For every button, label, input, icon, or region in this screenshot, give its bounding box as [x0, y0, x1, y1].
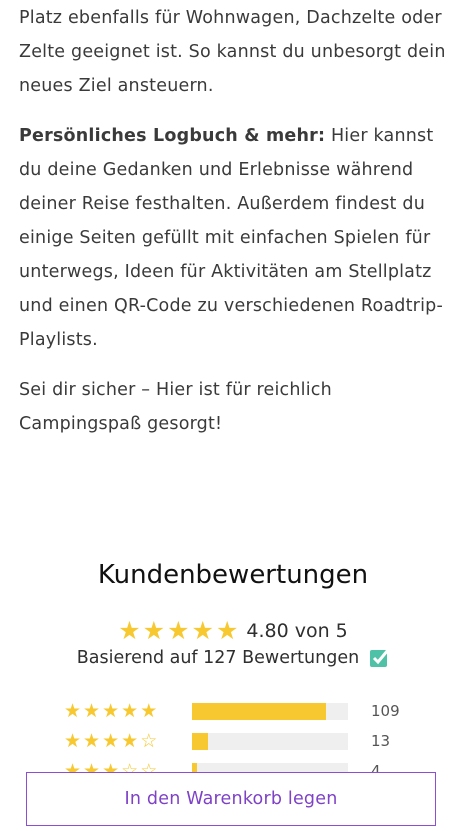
- star-icon: ★: [215, 616, 239, 645]
- description-paragraph-2-text: Hier kannst du deine Gedanken und Erlebn…: [19, 126, 443, 350]
- rating-row-3[interactable]: ★ ★ ★ ☆ ☆ 4: [64, 756, 444, 772]
- rating-row-4[interactable]: ★ ★ ★ ★ ☆ 13: [64, 726, 444, 756]
- rating-distribution: ★ ★ ★ ★ ★ 109 ★ ★ ★ ★ ☆ 13 ★ ★ ★ ☆ ☆ 4: [64, 696, 444, 772]
- rating-bar-fill: [192, 702, 327, 720]
- average-rating-text: 4.80 von 5: [246, 619, 348, 642]
- star-icon: ★: [167, 616, 190, 645]
- star-icon: ★: [64, 729, 82, 752]
- description-paragraph-2: Persönliches Logbuch & mehr: Hier kannst…: [19, 119, 449, 357]
- star-outline-icon: ☆: [140, 729, 158, 752]
- star-icon: ★: [64, 759, 82, 772]
- star-icon: ★: [83, 729, 101, 752]
- rating-bar: [192, 732, 348, 750]
- star-outline-icon: ☆: [140, 759, 158, 772]
- description-paragraph-3: Sei dir sicher – Hier ist für reichlich …: [19, 380, 332, 434]
- star-icon: ★: [121, 729, 139, 752]
- star-icon: ★: [191, 616, 214, 645]
- add-to-cart-button[interactable]: In den Warenkorb legen: [26, 772, 436, 826]
- rating-bar: [192, 702, 348, 720]
- rating-row-stars: ★ ★ ★ ★ ☆: [64, 729, 192, 752]
- rating-count: 4: [371, 762, 381, 772]
- average-stars: ★ ★ ★ ★ ★: [118, 618, 238, 643]
- star-icon: ★: [140, 699, 158, 722]
- star-icon: ★: [64, 699, 82, 722]
- star-outline-icon: ☆: [121, 759, 139, 772]
- review-count-text: Basierend auf 127 Bewertungen: [76, 648, 360, 668]
- star-icon: ★: [102, 729, 120, 752]
- star-icon: ★: [83, 759, 101, 772]
- average-rating: ★ ★ ★ ★ ★ 4.80 von 5: [0, 618, 466, 643]
- star-icon: ★: [102, 699, 120, 722]
- rating-count: 13: [371, 732, 391, 750]
- rating-row-5[interactable]: ★ ★ ★ ★ ★ 109: [64, 696, 444, 726]
- reviews-title: Kundenbewertungen: [97, 560, 369, 590]
- star-icon: ★: [142, 616, 166, 645]
- description-paragraph-1: Platz ebenfalls für Wohnwagen, Dachzelte…: [19, 8, 446, 96]
- star-icon: ★: [83, 699, 101, 722]
- star-icon: ★: [118, 616, 141, 645]
- rating-row-stars: ★ ★ ★ ☆ ☆: [64, 759, 192, 772]
- rating-bar-fill: [192, 762, 197, 772]
- rating-row-stars: ★ ★ ★ ★ ★: [64, 699, 192, 722]
- description-paragraph-2-heading: Persönliches Logbuch & mehr:: [19, 126, 326, 146]
- rating-bar-fill: [192, 732, 208, 750]
- star-icon: ★: [121, 699, 139, 722]
- rating-bar: [192, 762, 348, 772]
- rating-count: 109: [371, 702, 400, 720]
- star-icon: ★: [102, 759, 120, 772]
- verified-check-icon: [369, 648, 390, 668]
- review-count-row: Basierend auf 127 Bewertungen: [0, 648, 466, 668]
